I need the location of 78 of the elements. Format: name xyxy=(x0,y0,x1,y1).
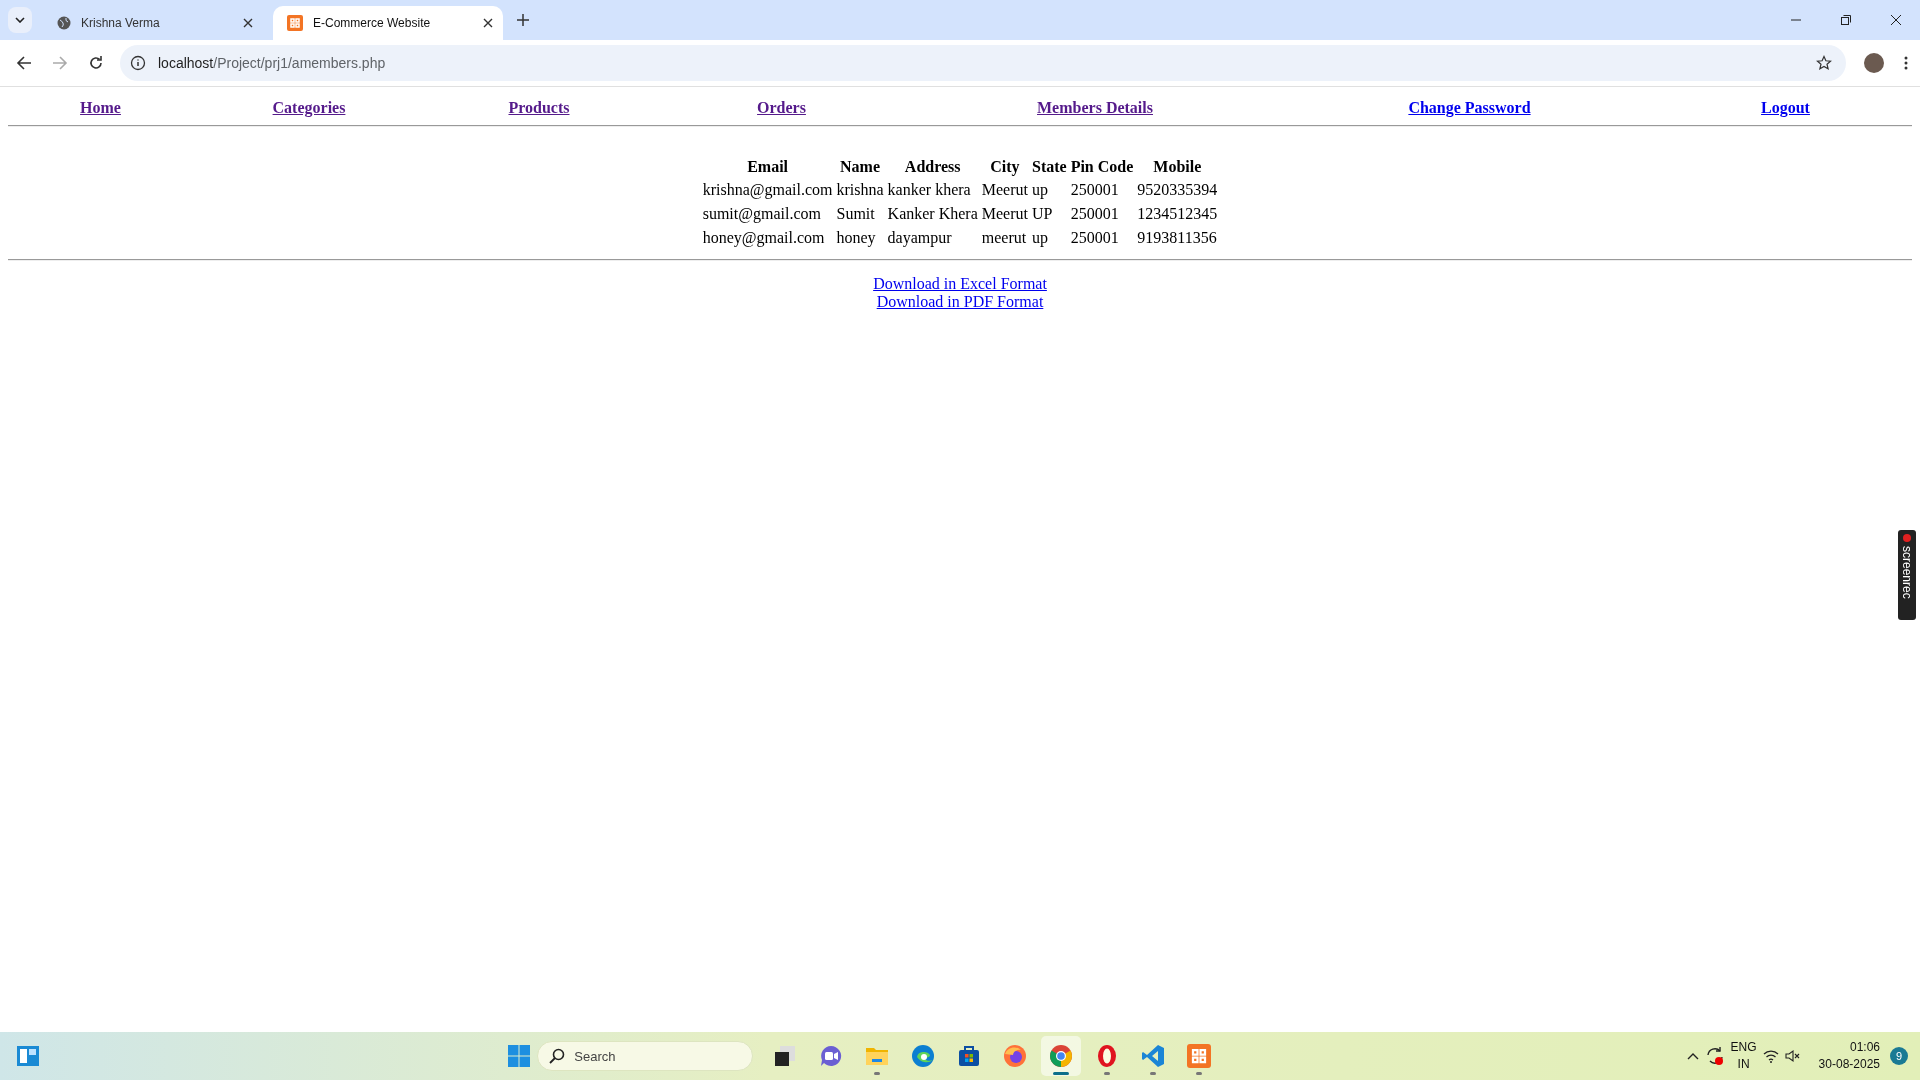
nav-link[interactable]: Home xyxy=(80,99,121,116)
speaker-muted-icon[interactable] xyxy=(1784,1049,1801,1063)
start-icon[interactable] xyxy=(507,1044,532,1068)
tab-title: Krishna Verma xyxy=(81,16,161,30)
table-cell-text: 9193811356 xyxy=(1136,228,1218,248)
globe-icon xyxy=(57,16,71,30)
sync-icon[interactable] xyxy=(1704,1046,1725,1066)
table-cell-text: Sumit xyxy=(835,204,876,224)
nav-link[interactable]: Categories xyxy=(272,99,346,116)
close-icon[interactable] xyxy=(483,18,493,28)
table-cell-text: 250001 xyxy=(1069,204,1120,224)
tab-search-button[interactable] xyxy=(8,7,32,33)
table-cell-text: Kanker Khera xyxy=(886,204,979,224)
table-cell-text: honey xyxy=(835,228,877,249)
tab-title: E-Commerce Website xyxy=(313,16,432,30)
info-icon xyxy=(130,55,146,71)
table-cell-text: 250001 xyxy=(1069,228,1120,248)
nav-link[interactable]: Members Details xyxy=(1037,99,1153,116)
reload-icon[interactable] xyxy=(88,55,104,71)
video-chat-icon xyxy=(819,1044,844,1068)
screen-recorder-tab[interactable]: screenrec xyxy=(1898,530,1916,620)
table-cell-text: dayampur xyxy=(886,228,953,249)
url-text: localhost/Project/prj1/amembers.php xyxy=(158,55,386,71)
language-indicator[interactable]: ENG IN xyxy=(1730,1039,1757,1073)
restore-icon[interactable] xyxy=(1840,14,1852,26)
column-header: Pin Code xyxy=(1069,157,1135,177)
back-arrow-icon[interactable] xyxy=(16,55,32,71)
nav-link[interactable]: Change Password xyxy=(1408,99,1531,116)
table-cell-text: kanker khera xyxy=(886,180,972,200)
notification-badge[interactable]: 9 xyxy=(1890,1047,1908,1065)
xampp-logo-icon xyxy=(287,15,303,31)
edge-browser-icon xyxy=(911,1044,936,1068)
table-cell-text: sumit@gmail.com xyxy=(701,204,822,225)
close-icon[interactable] xyxy=(1890,14,1902,26)
chrome-browser-icon xyxy=(1049,1044,1074,1068)
clock[interactable]: 01:06 30-08-2025 xyxy=(1818,1039,1880,1073)
task-view-icon xyxy=(773,1044,798,1068)
table-cell-text: krishna xyxy=(835,180,885,200)
chevron-down-icon xyxy=(15,17,25,23)
table-cell-text: Meerut xyxy=(980,180,1029,200)
column-header: Name xyxy=(839,157,882,177)
search-icon xyxy=(549,1048,566,1064)
column-header: City xyxy=(989,157,1021,177)
table-cell-text: up xyxy=(1031,228,1049,249)
table-cell-text: meerut xyxy=(980,228,1028,248)
table-cell-text: 9520335394 xyxy=(1136,180,1219,200)
download-link[interactable]: Download in PDF Format xyxy=(876,293,1044,311)
star-icon[interactable] xyxy=(1816,55,1832,71)
table-cell-text: krishna@gmail.com xyxy=(701,180,834,201)
more-menu-icon[interactable] xyxy=(1904,56,1908,70)
new-tab-icon[interactable] xyxy=(517,14,529,26)
search-field[interactable]: Search xyxy=(537,1041,754,1071)
table-cell-text: honey@gmail.com xyxy=(701,228,826,249)
code-editor-icon xyxy=(1141,1044,1166,1068)
wifi-icon[interactable] xyxy=(1762,1049,1779,1063)
download-link[interactable]: Download in Excel Format xyxy=(873,275,1047,293)
table-cell-text: 250001 xyxy=(1069,180,1120,200)
column-header: Address xyxy=(903,157,962,177)
browser-tab[interactable]: E-Commerce Website xyxy=(273,6,503,40)
column-header: State xyxy=(1031,157,1068,177)
browser-tab[interactable]: Krishna Verma xyxy=(43,6,263,40)
column-header: Email xyxy=(746,157,790,177)
table-cell-text: UP xyxy=(1031,204,1054,224)
fox-globe-icon xyxy=(1003,1044,1028,1068)
widgets-icon[interactable] xyxy=(16,1045,40,1067)
address-bar[interactable]: localhost/Project/prj1/amembers.php xyxy=(120,45,1846,81)
table-cell-text: Meerut xyxy=(980,204,1029,224)
nav-link[interactable]: Logout xyxy=(1761,99,1810,116)
store-bag-icon xyxy=(957,1044,982,1068)
close-icon[interactable] xyxy=(243,18,253,28)
chevron-up-icon[interactable] xyxy=(1686,1052,1699,1060)
nav-link[interactable]: Products xyxy=(508,99,570,116)
column-header: Mobile xyxy=(1152,157,1203,177)
nav-link[interactable]: Orders xyxy=(757,99,806,116)
table-cell-text: 1234512345 xyxy=(1136,204,1219,224)
xampp-logo-icon xyxy=(1187,1044,1212,1068)
profile-avatar[interactable] xyxy=(1864,53,1884,73)
table-cell-text: up xyxy=(1031,180,1049,201)
